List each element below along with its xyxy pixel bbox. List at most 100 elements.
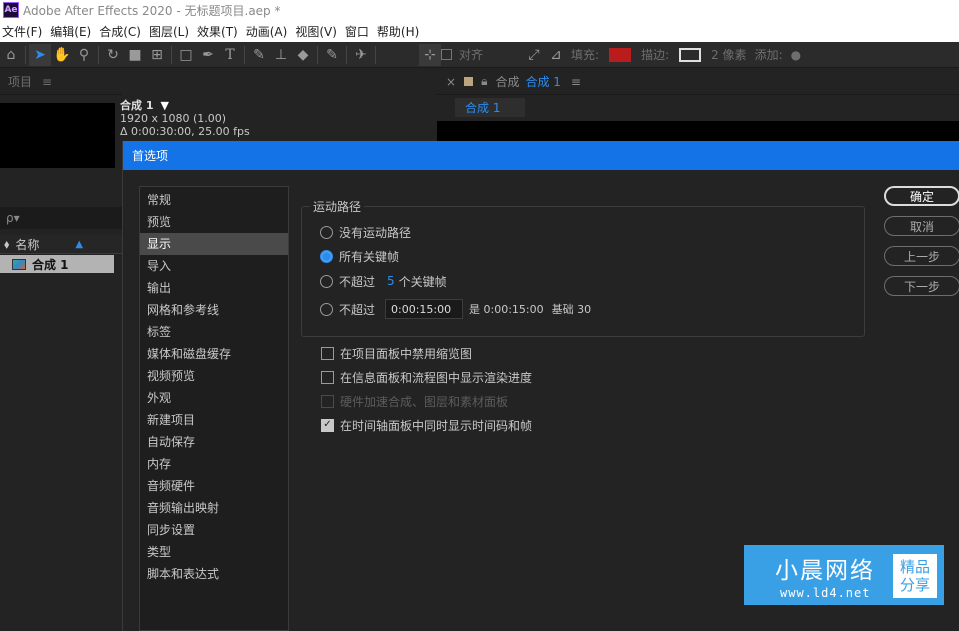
tab-comp-1[interactable]: 合成 1 [525, 73, 560, 90]
menu-help[interactable]: 帮助(H) [375, 23, 425, 40]
tools-toolbar: ⌂ ➤ ✋ ⚲ ↻ ■ ⊞ □ ✒ T ✎ ⊥ ◆ ✎ ✈ ⊹ 对齐 ⤢ ⊿ 填… [0, 42, 959, 68]
category-item[interactable]: 新建项目 [140, 409, 288, 431]
lock-icon[interactable]: 🔒︎ [481, 74, 487, 89]
category-item[interactable]: 音频输出映射 [140, 497, 288, 519]
eraser-icon[interactable]: ◆ [292, 44, 314, 66]
radio-no-motion-path[interactable]: 没有运动路径 [320, 222, 411, 242]
pen-icon[interactable]: ✒ [197, 44, 219, 66]
cancel-button[interactable]: 取消 [884, 216, 959, 236]
category-item[interactable]: 导入 [140, 255, 288, 277]
category-item[interactable]: 常规 [140, 189, 288, 211]
axis-mode-icon[interactable]: ⊹ [419, 43, 441, 66]
composition-icon [12, 258, 26, 270]
checkbox-label: 在项目面板中禁用缩览图 [340, 346, 473, 361]
category-item[interactable]: 同步设置 [140, 519, 288, 541]
category-item[interactable]: 输出 [140, 277, 288, 299]
close-icon[interactable]: × [446, 75, 456, 89]
category-item[interactable]: 外观 [140, 387, 288, 409]
toolbar-divider [346, 45, 347, 64]
check-show-render-progress[interactable]: 在信息面板和流程图中显示渲染进度 [321, 367, 532, 387]
brush-icon[interactable]: ✎ [248, 44, 270, 66]
category-item[interactable]: 音频硬件 [140, 475, 288, 497]
camera-icon[interactable]: ■ [124, 44, 146, 66]
composition-panel-tabbar: × 🔒︎ 合成 合成 1 ≡ [436, 69, 959, 95]
project-panel-title[interactable]: 项目 [8, 73, 32, 90]
column-header-name[interactable]: ⬧ 名称 ▲ [0, 235, 122, 254]
radio-max-time[interactable]: 不超过 是 0:00:15:00 基础 30 [320, 299, 591, 319]
category-item[interactable]: 预览 [140, 211, 288, 233]
panel-menu-icon[interactable]: ≡ [571, 75, 581, 89]
menu-layer[interactable]: 图层(L) [147, 23, 195, 40]
radio-button[interactable] [320, 274, 333, 288]
comp-viewer[interactable] [437, 121, 959, 141]
puppet-pin-icon[interactable]: ✈ [350, 44, 372, 66]
home-icon[interactable]: ⌂ [0, 44, 22, 66]
check-disable-thumbnails[interactable]: 在项目面板中禁用缩览图 [321, 343, 472, 363]
column-label-icon: ⬧ [4, 236, 10, 251]
radio-button[interactable] [320, 225, 333, 239]
badge-top: 精品 [899, 558, 930, 576]
project-panel-header: 项目 ≡ [0, 69, 122, 95]
project-item-row[interactable]: 合成 1 [0, 255, 114, 273]
toolbar-divider [244, 45, 245, 64]
panel-menu-icon[interactable]: ≡ [42, 75, 52, 89]
category-item[interactable]: 显示 [140, 233, 288, 255]
selection-arrow-icon[interactable]: ➤ [29, 43, 51, 66]
comp-info: 合成 1 ▼ 1920 x 1080 (1.00) Δ 0:00:30:00, … [120, 99, 420, 141]
rotate-icon[interactable]: ↻ [102, 44, 124, 66]
category-item[interactable]: 网格和参考线 [140, 299, 288, 321]
previous-button[interactable]: 上一步 [884, 246, 959, 266]
checkbox-checked[interactable]: ✓ [321, 418, 334, 432]
pan-behind-icon[interactable]: ⊞ [146, 44, 168, 66]
menu-effect[interactable]: 效果(T) [195, 23, 244, 40]
category-item[interactable]: 内存 [140, 453, 288, 475]
category-item[interactable]: 媒体和磁盘缓存 [140, 343, 288, 365]
badge-bottom: 分享 [899, 576, 930, 594]
radio-button-selected[interactable] [320, 249, 333, 263]
comp-info-name: 合成 1 [120, 99, 154, 112]
menu-window[interactable]: 窗口 [343, 23, 375, 40]
app-logo-icon: Ae [3, 2, 19, 18]
column-name-label: 名称 [15, 237, 40, 252]
menu-file[interactable]: 文件(F) [0, 23, 48, 40]
add-dropdown-icon[interactable]: ● [791, 48, 801, 62]
stroke-width[interactable]: 2 像素 [711, 46, 746, 63]
hand-icon[interactable]: ✋ [51, 44, 73, 66]
text-icon[interactable]: T [219, 44, 241, 66]
checkbox[interactable] [321, 346, 334, 360]
motion-path-label: 运动路径 [310, 198, 365, 215]
roto-brush-icon[interactable]: ✎ [321, 44, 343, 66]
radio-max-keyframes[interactable]: 不超过 5 个关键帧 [320, 271, 447, 291]
category-item[interactable]: 标签 [140, 321, 288, 343]
ok-button[interactable]: 确定 [884, 186, 959, 206]
checkbox-label: 硬件加速合成、图层和素材面板 [340, 394, 509, 409]
comp-info-dropdown-icon[interactable]: ▼ [157, 99, 168, 112]
dialog-title: 首选项 [123, 141, 959, 170]
category-item[interactable]: 视频预览 [140, 365, 288, 387]
comp-breadcrumb-tab[interactable]: 合成 1 [455, 98, 525, 117]
time-input[interactable] [385, 299, 464, 319]
checkbox[interactable] [321, 370, 334, 384]
watermark-badge: 精品 分享 [893, 554, 937, 598]
clone-stamp-icon[interactable]: ⊥ [270, 44, 292, 66]
zoom-icon[interactable]: ⚲ [73, 44, 95, 66]
menu-composition[interactable]: 合成(C) [97, 23, 147, 40]
menu-edit[interactable]: 编辑(E) [48, 23, 97, 40]
menu-view[interactable]: 视图(V) [293, 23, 343, 40]
radio-all-keyframes[interactable]: 所有关键帧 [320, 246, 399, 266]
keyframe-count-scrubber[interactable]: 5 [387, 274, 395, 288]
snap-checkbox[interactable] [441, 49, 452, 60]
next-button[interactable]: 下一步 [884, 276, 959, 296]
snap-extra-icon[interactable]: ⤢ [523, 44, 545, 66]
fill-color-swatch[interactable] [609, 47, 632, 62]
stroke-color-swatch[interactable] [679, 47, 702, 62]
category-item[interactable]: 脚本和表达式 [140, 563, 288, 585]
category-item[interactable]: 类型 [140, 541, 288, 563]
snap-extra2-icon[interactable]: ⊿ [545, 44, 567, 66]
check-show-timecode-frames[interactable]: ✓ 在时间轴面板中同时显示时间码和帧 [321, 415, 532, 435]
menu-animation[interactable]: 动画(A) [244, 23, 294, 40]
rectangle-icon[interactable]: □ [175, 44, 197, 66]
project-search-input[interactable]: ρ▾ [0, 207, 122, 229]
radio-button[interactable] [320, 302, 333, 316]
category-item[interactable]: 自动保存 [140, 431, 288, 453]
